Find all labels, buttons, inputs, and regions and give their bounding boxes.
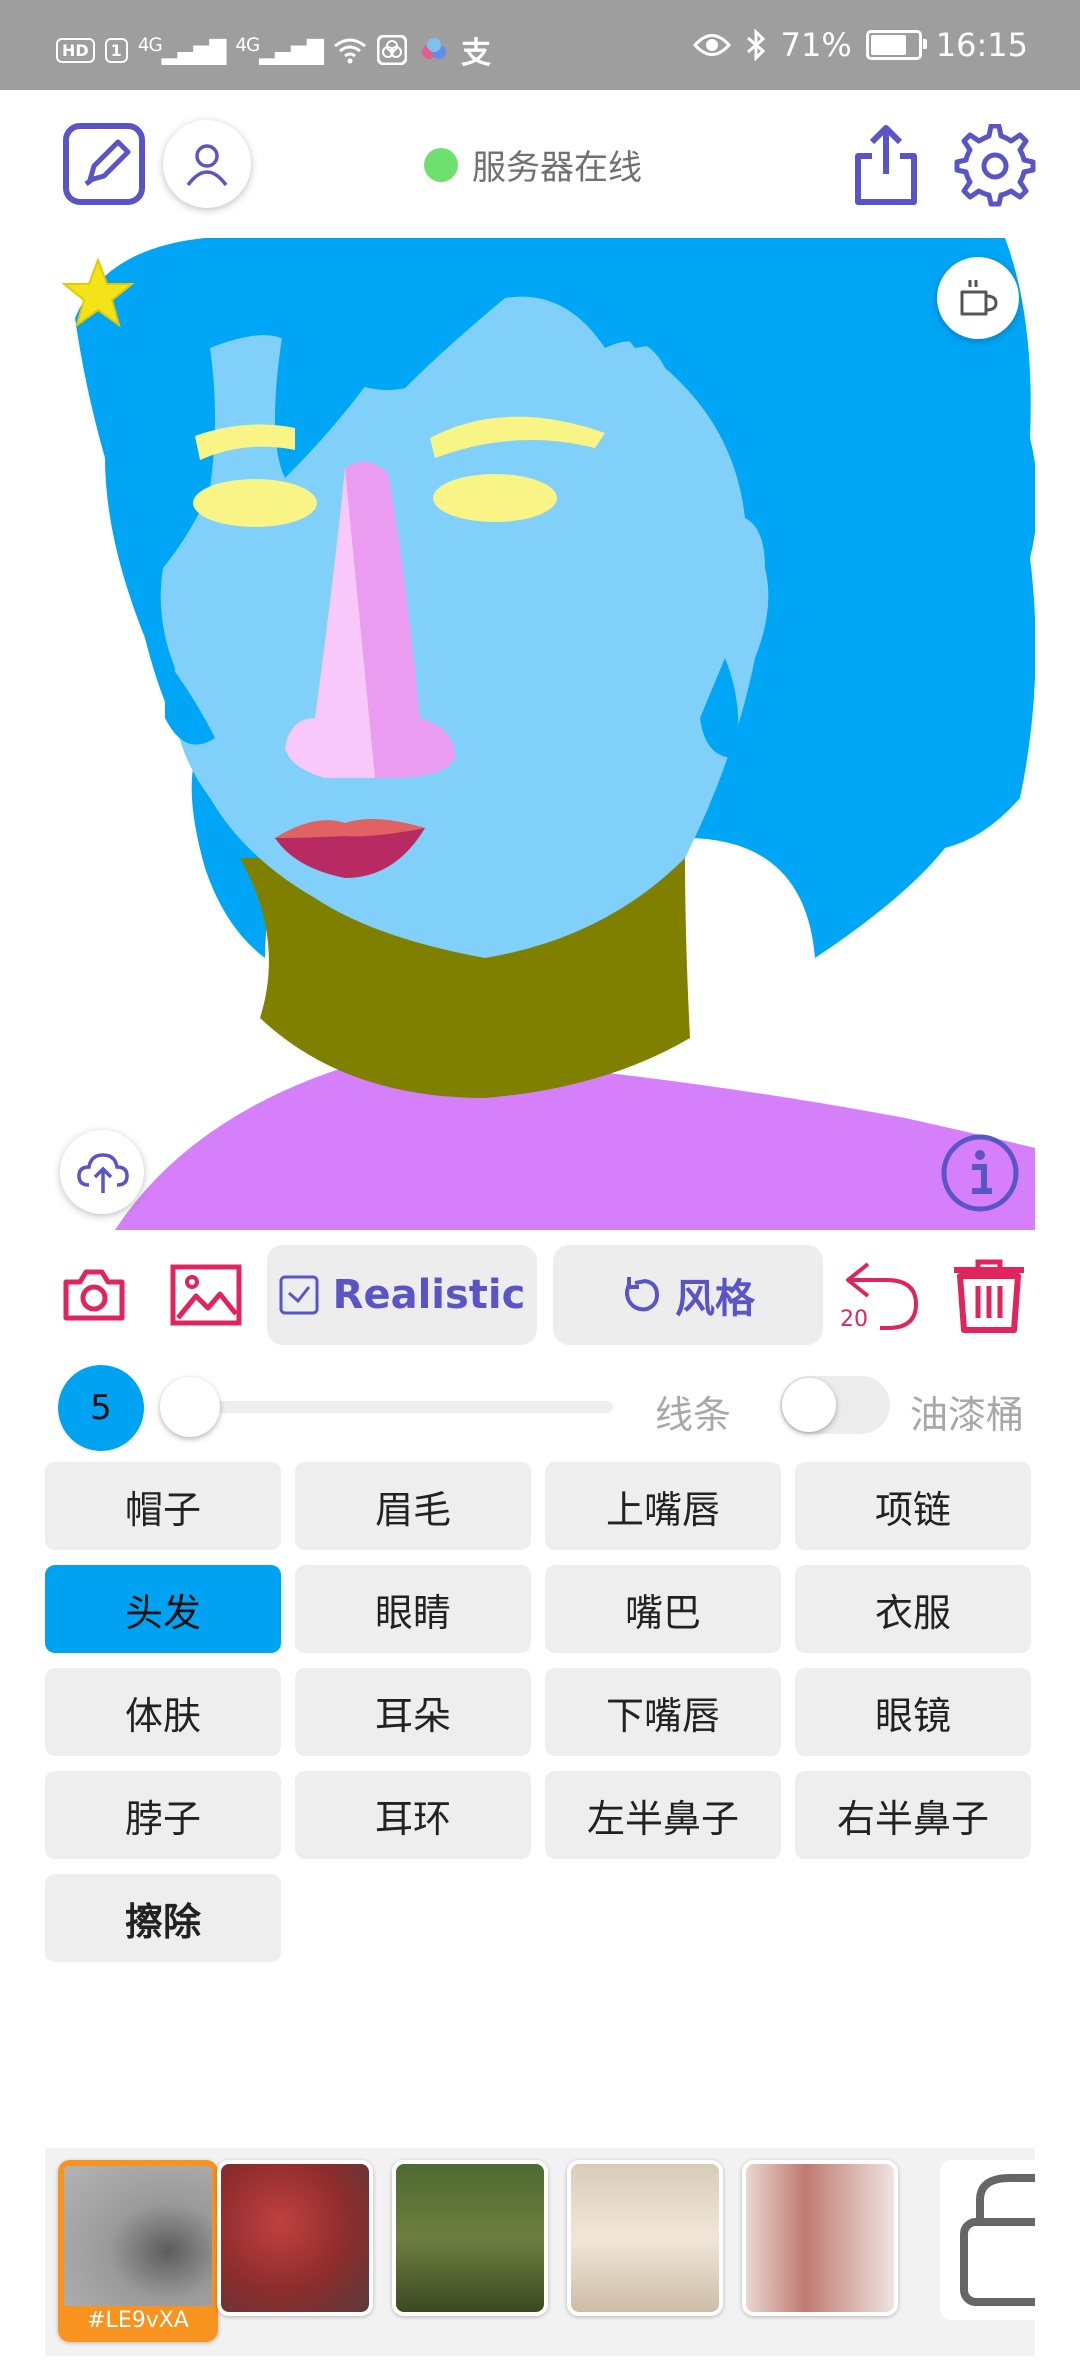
signal-icon-2: 4G▂▄▆█ (235, 34, 324, 66)
status-left-icons: HD 1 4G▂▄▆█ 4G▂▄▆█ 支 (56, 28, 491, 72)
lock-icon (960, 2174, 1035, 2306)
part-button[interactable]: 衣服 (795, 1565, 1031, 1653)
part-button[interactable]: 下嘴唇 (545, 1668, 781, 1756)
server-status-dot (424, 147, 458, 182)
realistic-label: Realistic (332, 1272, 526, 1318)
coffee-cup-icon (960, 280, 998, 316)
battery-icon (865, 30, 927, 60)
style-label: 风格 (675, 1276, 755, 1322)
edit-icon[interactable] (62, 122, 146, 206)
wifi-icon (334, 38, 366, 64)
gallery-thumb[interactable] (217, 2160, 373, 2316)
sim-badge: 1 (104, 37, 128, 63)
part-button[interactable]: 眉毛 (295, 1462, 531, 1550)
part-button[interactable]: 上嘴唇 (545, 1462, 781, 1550)
part-button[interactable]: 右半鼻子 (795, 1771, 1031, 1859)
gallery-thumb[interactable] (567, 2160, 723, 2316)
realistic-checkbox-icon (279, 1275, 319, 1315)
info-icon[interactable] (940, 1133, 1020, 1213)
trash-icon[interactable] (950, 1258, 1028, 1334)
eye-icon (692, 34, 731, 56)
drawing-canvas[interactable] (45, 238, 1035, 1230)
camera-icon[interactable] (62, 1266, 126, 1322)
realistic-button[interactable]: Realistic (267, 1245, 537, 1345)
signal-icon: 4G▂▄▆█ (137, 34, 227, 66)
user-icon (186, 144, 228, 187)
bucket-mode-label: 油漆桶 (910, 1393, 1025, 1437)
brush-size-indicator: 5 (58, 1365, 144, 1451)
share-icon[interactable] (850, 122, 922, 206)
brush-size-slider-thumb[interactable] (160, 1377, 220, 1437)
part-button[interactable]: 脖子 (45, 1771, 281, 1859)
line-mode-label: 线条 (655, 1393, 732, 1437)
profile-button[interactable] (163, 120, 251, 208)
face-drawing (75, 238, 1035, 1230)
part-button[interactable]: 左半鼻子 (545, 1771, 781, 1859)
part-button[interactable]: 擦除 (45, 1874, 281, 1962)
favorite-star-icon[interactable] (62, 258, 134, 328)
cloud-app-icon (421, 38, 446, 59)
status-right-icons: 71% 16:15 (692, 26, 1028, 64)
part-button[interactable]: 耳环 (295, 1771, 531, 1859)
hd-badge: HD (56, 37, 95, 63)
part-button[interactable]: 眼镜 (795, 1668, 1031, 1756)
part-button[interactable]: 体肤 (45, 1668, 281, 1756)
cloud-upload-icon (77, 1153, 129, 1193)
brush-size-slider[interactable] (170, 1401, 613, 1413)
clock: 16:15 (935, 26, 1028, 64)
style-button[interactable]: 风格 (553, 1245, 823, 1345)
server-status: 服务器在线 (424, 140, 642, 189)
style-gallery[interactable]: #LE9vXA (45, 2148, 1035, 2356)
cloud-upload-button[interactable] (60, 1130, 144, 1214)
undo-count: 20 (840, 1307, 868, 1332)
coffee-button[interactable] (937, 257, 1019, 339)
part-button[interactable]: 项链 (795, 1462, 1031, 1550)
bluetooth-icon (746, 29, 765, 61)
part-button[interactable]: 头发 (45, 1565, 281, 1653)
app-notification-icon (376, 35, 407, 65)
gallery-image-icon[interactable] (170, 1264, 242, 1326)
status-bar: HD 1 4G▂▄▆█ 4G▂▄▆█ 支 71% 16:15 (0, 0, 1080, 90)
gallery-thumb[interactable] (742, 2160, 898, 2316)
gallery-thumb[interactable] (392, 2160, 548, 2316)
settings-icon[interactable] (953, 124, 1037, 208)
gallery-thumb-selected[interactable]: #LE9vXA (58, 2160, 218, 2342)
battery-percent: 71% (780, 26, 852, 64)
locked-thumb[interactable] (940, 2160, 1035, 2320)
server-status-text: 服务器在线 (472, 148, 642, 188)
alipay-icon: 支 (460, 36, 491, 71)
part-button[interactable]: 眼睛 (295, 1565, 531, 1653)
bucket-toggle-thumb[interactable] (782, 1378, 836, 1432)
part-button[interactable]: 嘴巴 (545, 1565, 781, 1653)
gallery-thumb-label: #LE9vXA (64, 2306, 212, 2336)
part-button[interactable]: 帽子 (45, 1462, 281, 1550)
brush-size-value: 5 (90, 1388, 112, 1428)
refresh-icon (625, 1277, 660, 1312)
part-button[interactable]: 耳朵 (295, 1668, 531, 1756)
